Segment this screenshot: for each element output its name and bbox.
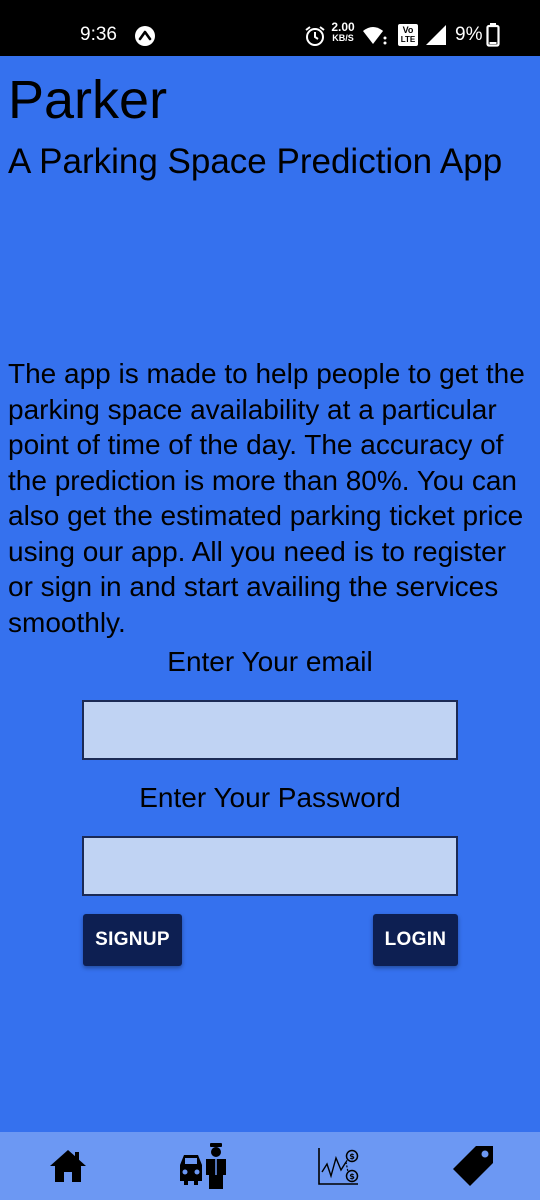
network-speed-value: 2.00	[331, 20, 355, 34]
nav-item-parking[interactable]	[135, 1132, 270, 1200]
price-chart-icon: $ $	[317, 1148, 358, 1185]
login-button[interactable]: LOGIN	[373, 914, 458, 966]
nav-item-price[interactable]	[405, 1132, 540, 1200]
volte-bottom: LTE	[400, 35, 416, 44]
nav-item-prediction[interactable]: $ $	[270, 1132, 405, 1200]
price-tag-icon	[452, 1146, 493, 1186]
app-notification-icon	[135, 26, 155, 46]
volte-top: Vo	[402, 25, 414, 35]
app-description: The app is made to help people to get th…	[8, 358, 525, 638]
password-label: Enter Your Password	[139, 782, 401, 813]
wifi-icon	[363, 27, 387, 45]
password-field[interactable]	[82, 836, 458, 896]
email-field[interactable]	[82, 700, 458, 760]
main-content: Parker A Parking Space Prediction App Th…	[0, 56, 540, 1132]
nav-item-home[interactable]	[0, 1132, 135, 1200]
network-speed-unit: KB/S	[332, 33, 354, 43]
signup-button[interactable]: SIGNUP	[83, 914, 182, 966]
bottom-navigation: $ $	[0, 1132, 540, 1200]
network-speed: 2.00 KB/S	[328, 20, 358, 44]
volte-badge: Vo LTE	[398, 24, 418, 46]
home-icon	[49, 1150, 86, 1182]
signal-icon	[426, 25, 446, 45]
svg-text:$: $	[349, 1172, 355, 1181]
battery-percent: 9%	[455, 24, 483, 45]
email-label: Enter Your email	[167, 646, 373, 677]
app-subtitle: A Parking Space Prediction App	[8, 142, 503, 181]
battery-icon	[486, 23, 500, 47]
status-bar: 9:36 2.00 KB/S Vo LTE 9%	[0, 0, 540, 56]
svg-text:$: $	[349, 1152, 355, 1161]
status-time: 9:36	[80, 24, 117, 45]
app-title: Parker	[8, 70, 168, 130]
alarm-icon	[305, 26, 325, 46]
parking-attendant-icon	[179, 1143, 226, 1189]
